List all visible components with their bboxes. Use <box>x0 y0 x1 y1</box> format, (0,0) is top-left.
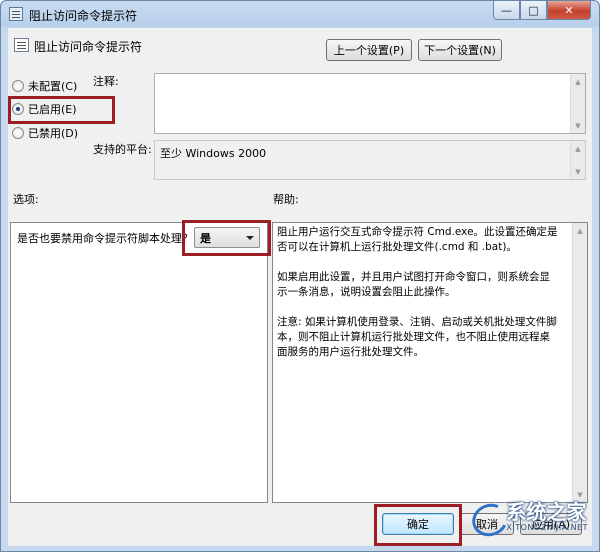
help-text: 阻止用户运行交互式命令提示符 Cmd.exe。此设置还确定是否可以在计算机上运行… <box>277 225 559 375</box>
options-panel: 是否也要禁用命令提示符脚本处理？ 是 <box>10 222 268 503</box>
help-panel: 阻止用户运行交互式命令提示符 Cmd.exe。此设置还确定是否可以在计算机上运行… <box>272 222 588 503</box>
title-bar[interactable]: 阻止访问命令提示符 — □ ✕ <box>1 1 599 27</box>
platform-scrollbar[interactable]: ▲ ▼ <box>570 141 585 179</box>
disable-script-select[interactable]: 是 <box>194 227 260 248</box>
minimize-button[interactable]: — <box>493 1 520 20</box>
scroll-up-arrow-icon[interactable]: ▲ <box>571 74 585 89</box>
platform-label: 支持的平台: <box>93 143 152 156</box>
watermark: 系统之家 XITONGZHIJIA.NET <box>472 501 588 532</box>
disable-script-question: 是否也要禁用命令提示符脚本处理？ <box>17 232 193 245</box>
setting-icon <box>14 38 29 52</box>
radio-disabled-indicator <box>12 127 24 139</box>
select-value: 是 <box>200 231 211 245</box>
policy-dialog-window: 阻止访问命令提示符 — □ ✕ 阻止访问命令提示符 上一个设置(P) 下一个设置… <box>0 0 600 552</box>
comment-scrollbar[interactable]: ▲ ▼ <box>570 74 585 133</box>
policy-window-icon <box>9 7 23 21</box>
radio-not-configured[interactable]: 未配置(C) <box>12 78 77 94</box>
radio-enabled-indicator <box>12 103 24 115</box>
chevron-down-icon <box>246 236 254 240</box>
help-paragraph-2: 如果启用此设置，并且用户试图打开命令窗口，则系统会显示一条消息，说明设置会阻止此… <box>277 271 550 298</box>
scroll-up-arrow-icon[interactable]: ▲ <box>573 223 587 238</box>
close-button[interactable]: ✕ <box>547 1 591 20</box>
window-controls: — □ ✕ <box>493 1 591 20</box>
scroll-up-arrow-icon[interactable]: ▲ <box>571 141 585 156</box>
radio-disabled-label: 已禁用(D) <box>28 127 79 140</box>
help-scrollbar[interactable]: ▲ ▼ <box>572 223 587 502</box>
scroll-down-arrow-icon[interactable]: ▼ <box>571 118 585 133</box>
watermark-logo-icon <box>472 502 506 532</box>
radio-disabled[interactable]: 已禁用(D) <box>12 125 78 141</box>
help-paragraph-3: 注意: 如果计算机使用登录、注销、启动或关机批处理文件脚本，则不阻止计算机运行批… <box>277 316 557 358</box>
window-title: 阻止访问命令提示符 <box>29 9 138 23</box>
platform-field: 至少 Windows 2000 ▲ ▼ <box>154 140 586 180</box>
help-paragraph-1: 阻止用户运行交互式命令提示符 Cmd.exe。此设置还确定是否可以在计算机上运行… <box>277 226 558 253</box>
dialog-client-area: 阻止访问命令提示符 上一个设置(P) 下一个设置(N) 未配置(C) 已启用(E… <box>8 28 592 546</box>
next-setting-button[interactable]: 下一个设置(N) <box>418 39 502 61</box>
watermark-text: 系统之家 XITONGZHIJIA.NET <box>506 501 588 532</box>
comment-label: 注释: <box>93 75 119 88</box>
radio-not-configured-label: 未配置(C) <box>28 80 78 93</box>
comment-textarea[interactable]: ▲ ▼ <box>154 73 586 134</box>
previous-setting-button[interactable]: 上一个设置(P) <box>326 39 412 61</box>
radio-not-configured-indicator <box>12 80 24 92</box>
help-label: 帮助: <box>273 193 299 206</box>
radio-enabled-label: 已启用(E) <box>28 103 77 116</box>
radio-enabled[interactable]: 已启用(E) <box>12 101 77 117</box>
watermark-main: 系统之家 <box>506 500 587 524</box>
watermark-sub: XITONGZHIJIA.NET <box>506 523 588 532</box>
options-label: 选项: <box>13 193 39 206</box>
setting-title: 阻止访问命令提示符 <box>34 40 143 54</box>
ok-button[interactable]: 确定 <box>382 513 454 535</box>
platform-value: 至少 Windows 2000 <box>160 147 267 160</box>
maximize-button[interactable]: □ <box>520 1 547 20</box>
scroll-down-arrow-icon[interactable]: ▼ <box>571 164 585 179</box>
